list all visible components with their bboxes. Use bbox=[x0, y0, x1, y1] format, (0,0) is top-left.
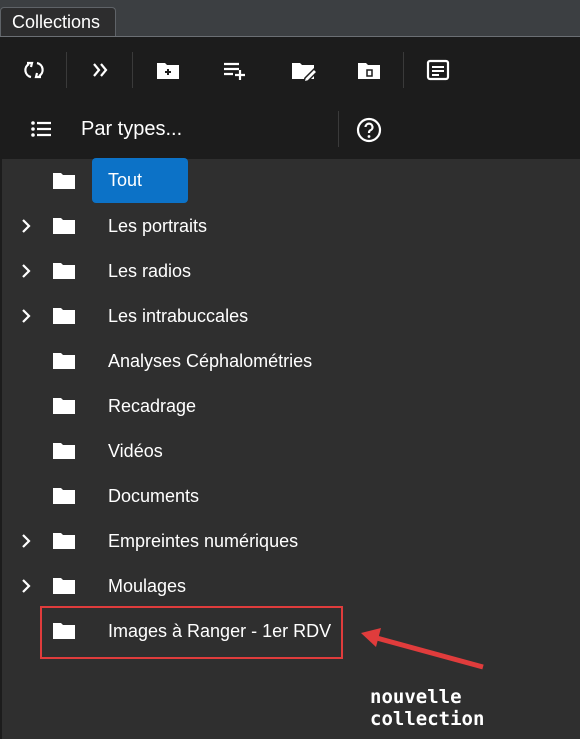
chevron-right-icon[interactable] bbox=[18, 308, 34, 324]
tree-item[interactable]: Recadrage bbox=[2, 384, 580, 429]
highlight-box bbox=[40, 606, 343, 659]
folder-icon bbox=[53, 263, 75, 279]
add-list-icon[interactable] bbox=[221, 55, 251, 85]
tree-item[interactable]: Les intrabuccales bbox=[2, 294, 580, 339]
list-icon[interactable] bbox=[27, 115, 57, 145]
edit-folder-icon[interactable] bbox=[288, 55, 318, 85]
refresh-icon[interactable] bbox=[19, 55, 49, 85]
tree-item[interactable]: Moulages bbox=[2, 564, 580, 609]
tree-item-label: Analyses Céphalométries bbox=[108, 351, 313, 371]
tree-item-label: Documents bbox=[108, 486, 200, 506]
toolbar-separator bbox=[66, 52, 67, 88]
type-filter-dropdown[interactable]: Par types... bbox=[81, 118, 182, 141]
tree-item-label: Empreintes numériques bbox=[108, 531, 299, 551]
tree-item-label: Les intrabuccales bbox=[108, 306, 249, 326]
toolbar bbox=[2, 37, 580, 101]
toolbar-separator bbox=[132, 52, 133, 88]
tree-item-label: Tout bbox=[92, 158, 188, 203]
tree-item[interactable]: Vidéos bbox=[2, 429, 580, 474]
tree-item-label: Les portraits bbox=[108, 216, 208, 236]
folder-icon bbox=[53, 578, 75, 594]
tab-bar: Collections bbox=[0, 0, 580, 37]
panel-view-icon[interactable] bbox=[423, 55, 453, 85]
tree-item[interactable]: Analyses Céphalométries bbox=[2, 339, 580, 384]
tree-item-label: Moulages bbox=[108, 576, 187, 596]
chevron-right-icon[interactable] bbox=[18, 578, 34, 594]
chevron-right-icon[interactable] bbox=[18, 263, 34, 279]
folder-icon bbox=[53, 173, 75, 189]
help-icon[interactable] bbox=[354, 115, 384, 145]
new-folder-icon[interactable] bbox=[153, 55, 183, 85]
tree-item[interactable]: Documents bbox=[2, 474, 580, 519]
annotation-arrow bbox=[361, 628, 484, 670]
tree-item[interactable]: Les portraits bbox=[2, 204, 580, 249]
tree-item-label: Vidéos bbox=[108, 441, 163, 461]
annotation-text: nouvelle collection bbox=[370, 686, 485, 730]
folder-icon bbox=[53, 533, 75, 549]
tab-collections[interactable]: Collections bbox=[0, 7, 116, 37]
folder-icon bbox=[53, 488, 75, 504]
filter-separator bbox=[338, 111, 339, 147]
tree-item[interactable]: Les radios bbox=[2, 249, 580, 294]
folder-icon bbox=[53, 443, 75, 459]
tree-item[interactable]: Empreintes numériques bbox=[2, 519, 580, 564]
folder-icon bbox=[53, 218, 75, 234]
type-filter-bar: Par types... bbox=[2, 101, 580, 159]
tree-item-label: Recadrage bbox=[108, 396, 197, 416]
folder-icon bbox=[53, 353, 75, 369]
toolbar-separator bbox=[403, 52, 404, 88]
chevron-right-icon[interactable] bbox=[18, 533, 34, 549]
folder-icon bbox=[53, 398, 75, 414]
chevron-right-icon[interactable] bbox=[18, 218, 34, 234]
expand-all-icon[interactable] bbox=[86, 55, 116, 85]
folder-badge-icon[interactable] bbox=[354, 55, 384, 85]
tree-item-label: Les radios bbox=[108, 261, 192, 281]
tree-item[interactable]: Tout bbox=[2, 158, 580, 204]
folder-icon bbox=[53, 308, 75, 324]
collections-panel: Par types... Tout Les portraits Les radios… bbox=[0, 37, 580, 739]
